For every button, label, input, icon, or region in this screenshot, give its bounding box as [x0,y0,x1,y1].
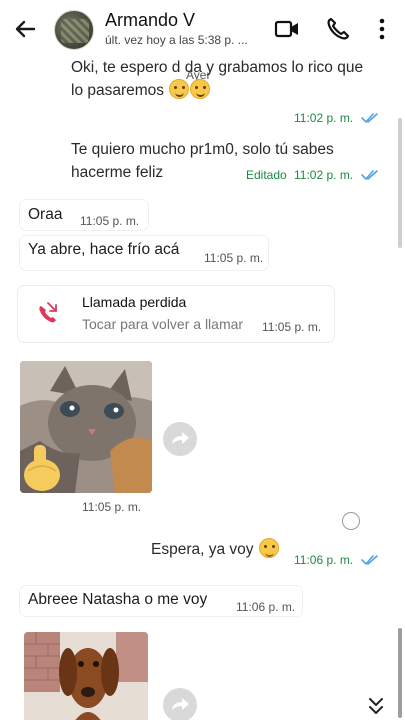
outgoing-message[interactable]: Oki, te espero d da y grabamos lo rico q… [71,58,371,102]
forward-button[interactable] [163,688,197,720]
chat-header: Armando V últ. vez hoy a las 5:38 p. ... [0,0,405,58]
message-time: 11:05 p. m. [82,500,142,514]
voice-call-icon[interactable] [323,14,353,44]
video-call-icon[interactable] [272,14,302,44]
message-time: 11:05 p. m. [80,214,140,228]
message-text: Ya abre, hace frío acá [28,241,180,258]
message-text: Oki, te espero d da y grabamos lo rico q… [71,59,364,99]
message-text: Oraa [28,206,63,223]
last-seen-status: últ. vez hoy a las 5:38 p. ... [105,33,248,47]
incoming-message[interactable]: Oraa 11:05 p. m. [20,200,148,230]
scrollbar-thumb[interactable] [398,628,402,718]
forward-icon [172,432,189,444]
missed-call-subtitle: Tocar para volver a llamar [82,316,244,332]
message-time: 11:02 p. m. [294,111,354,125]
contact-avatar[interactable] [54,10,94,50]
grinning-sweat-emoji [190,79,211,99]
message-time: 11:06 p. m. [294,553,354,567]
image-message-dog[interactable] [24,632,148,720]
double-check-read-icon [361,555,378,566]
missed-call-card[interactable]: Llamada perdida Tocar para volver a llam… [18,286,334,342]
back-arrow-icon[interactable] [10,14,40,44]
grinning-sweat-emoji [169,79,190,99]
select-radio[interactable] [342,512,360,530]
edited-label: Editado [246,168,287,182]
message-text: Abreee Natasha o me voy [28,591,208,608]
incoming-message[interactable]: Abreee Natasha o me voy 11:06 p. m. [20,586,302,616]
more-options-icon[interactable] [367,14,397,44]
missed-call-title: Llamada perdida [82,294,187,310]
unamused-face-emoji [258,538,279,558]
incoming-message[interactable]: Ya abre, hace frío acá 11:05 p. m. [20,236,268,270]
message-text: Espera, ya voy [151,541,254,558]
forward-button[interactable] [163,422,197,456]
message-time: 11:05 p. m. [204,251,264,265]
double-check-read-icon [361,113,378,124]
double-check-read-icon [361,170,378,181]
forward-icon [172,698,189,710]
dachshund-image [24,632,148,720]
message-time: 11:06 p. m. [236,600,296,614]
image-message-kitten[interactable] [20,361,152,493]
message-time: 11:05 p. m. [262,320,322,334]
scrollbar-track [398,118,402,248]
scroll-to-bottom-icon[interactable] [362,694,390,720]
contact-name[interactable]: Armando V [105,10,195,31]
message-time: 11:02 p. m. [294,168,354,182]
missed-call-icon [34,300,62,328]
chat-area[interactable]: Ayer Oki, te espero d da y grabamos lo r… [0,58,405,720]
kitten-image [20,361,152,493]
